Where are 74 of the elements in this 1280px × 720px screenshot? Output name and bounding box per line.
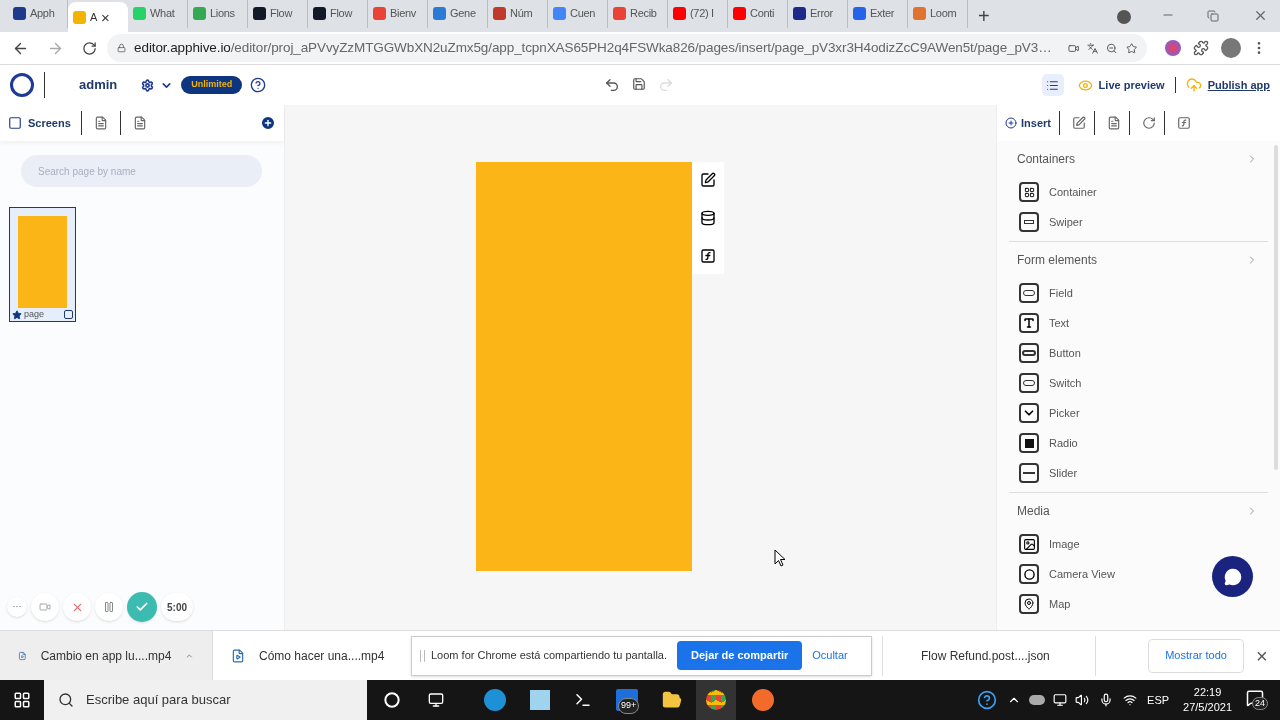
section-title[interactable]: Media — [1017, 502, 1050, 520]
browser-tab[interactable]: Núm — [488, 0, 548, 28]
section-title[interactable]: Containers — [1017, 150, 1076, 168]
component-item[interactable]: Container — [1009, 177, 1268, 207]
browser-tab[interactable]: Flow — [248, 0, 308, 28]
browser-tab[interactable]: Flow — [308, 0, 368, 28]
clock[interactable]: 22:19 27/5/2021 — [1183, 685, 1232, 715]
browser-tab[interactable]: (72) I — [668, 0, 728, 28]
browser-tab[interactable]: Apph — [8, 0, 68, 28]
notification-count: 24 — [1252, 697, 1268, 710]
tab-title: Cuen — [570, 5, 596, 21]
hide-link[interactable]: Ocultar — [812, 647, 848, 664]
component-item[interactable]: Picker — [1009, 398, 1268, 428]
component-item[interactable]: Camera View — [1009, 559, 1268, 589]
language-indicator[interactable]: ESP — [1147, 691, 1170, 709]
component-item[interactable]: Image — [1009, 529, 1268, 559]
url: editor.apphive.io/editor/proj_aPVvyZzMTGGWbXN2uZmx5g/app_tcpnXAS65PH2q4FSWka826/pages/insert/page_pV3xr3H4odizZcC9AWen5t/page_pV3… — [134, 38, 1052, 57]
tab-title: A — [90, 9, 98, 25]
publish-app-link[interactable]: Publish app — [1207, 76, 1270, 94]
mail-badge: 99+ — [618, 698, 640, 714]
tab-title: Gene — [450, 5, 476, 21]
more-button[interactable]: ··· — [7, 597, 27, 617]
browser-tab[interactable]: Loom — [908, 0, 968, 28]
tab-title: Conti — [750, 5, 775, 21]
browser-tab[interactable]: Error — [788, 0, 848, 28]
component-item[interactable]: Text — [1009, 308, 1268, 338]
tab-title: Flow — [270, 5, 293, 21]
tab-title: Núm — [510, 5, 533, 21]
component-item[interactable]: Slider — [1009, 458, 1268, 488]
browser-tab[interactable]: A × — [68, 2, 128, 32]
browser-tab[interactable]: Exter — [848, 0, 908, 28]
page-thumbnail[interactable]: page — [9, 207, 76, 322]
browser-tab[interactable]: Bienv — [368, 0, 428, 28]
component-item[interactable]: Field — [1009, 278, 1268, 308]
insert-tab[interactable]: Insert — [1005, 114, 1051, 132]
tab-title: Lions — [210, 5, 235, 21]
page-name: page — [24, 309, 45, 321]
component-item[interactable]: Switch — [1009, 368, 1268, 398]
browser-tab[interactable]: Recib — [608, 0, 668, 28]
show-all-button[interactable]: Mostrar todo — [1148, 638, 1244, 673]
tab-title: Recib — [630, 5, 657, 21]
browser-tab[interactable]: Lions — [188, 0, 248, 28]
new-tab-button[interactable]: + — [978, 6, 990, 26]
tab-title: Error — [810, 5, 833, 21]
search-field[interactable]: Search page by name — [21, 155, 262, 187]
browser-tab[interactable]: Gene — [428, 0, 488, 28]
browser-tab[interactable]: Conti — [728, 0, 788, 28]
tab-title: Exter — [870, 5, 895, 21]
component-item[interactable]: Radio — [1009, 428, 1268, 458]
live-preview-link[interactable]: Live preview — [1098, 76, 1165, 94]
component-item[interactable]: Button — [1009, 338, 1268, 368]
section-title[interactable]: Form elements — [1017, 251, 1098, 269]
tab-title: (72) I — [690, 5, 714, 21]
screens-tab[interactable]: Screens — [8, 114, 71, 132]
sharing-message: Loom for Chrome está compartiendo tu pantalla. — [431, 648, 668, 664]
tab-title: Bienv — [390, 5, 417, 21]
browser-tab[interactable]: What — [128, 0, 188, 28]
tab-title: Loom — [930, 5, 957, 21]
close-button[interactable]: × — [1256, 645, 1268, 666]
download-item[interactable]: Cambio en app lu....mp4 — [0, 630, 213, 681]
username: admin — [79, 76, 118, 95]
download-item[interactable]: Flow Refund.post....json — [883, 630, 1083, 681]
tab-close-button[interactable]: × — [101, 9, 110, 25]
component-item[interactable]: Swiper — [1009, 207, 1268, 237]
plan-badge: Unlimited — [181, 76, 243, 94]
recording-timer: 5:00 — [161, 593, 193, 621]
taskbar-search-field[interactable]: Escribe aquí para buscar — [44, 680, 367, 720]
tab-title: Flow — [330, 5, 353, 21]
address-bar[interactable]: editor.apphive.io/editor/proj_aPVvyZzMTGGWbXN2uZmx5g/app_tcpnXAS65PH2q4FSWka826/pages/insert/page_pV3xr3H4odizZcC9AWen5t/page_pV3… — [107, 34, 1147, 62]
stop-sharing-button[interactable]: Dejar de compartir — [677, 641, 803, 670]
browser-tab[interactable]: Cuen — [548, 0, 608, 28]
component-item[interactable]: Map — [1009, 589, 1268, 619]
tab-title: Apph — [30, 5, 55, 21]
tab-title: What — [150, 5, 175, 21]
